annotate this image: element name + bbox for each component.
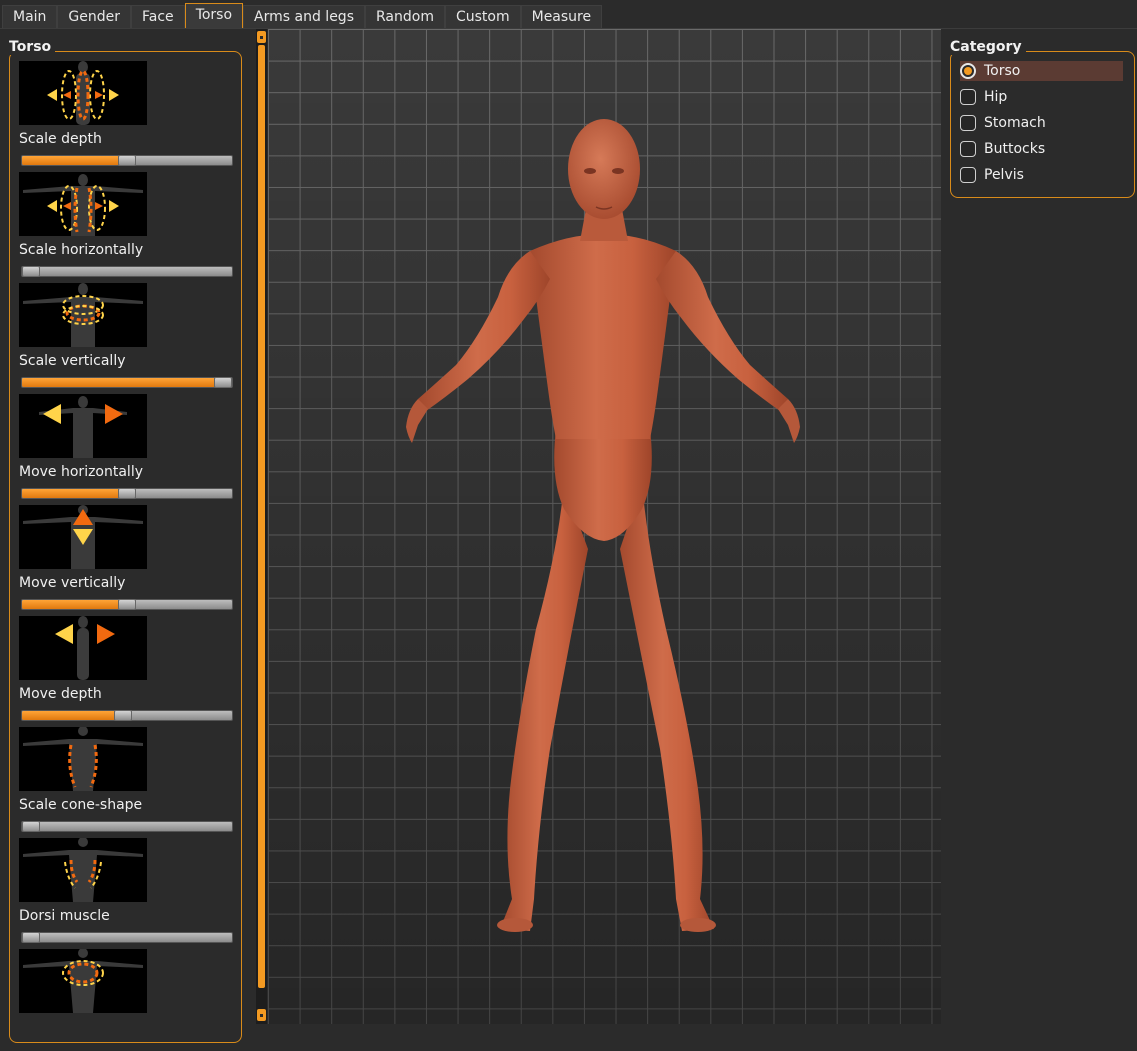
slider-item-dorsi-muscle: Dorsi muscle — [19, 838, 234, 949]
category-label: Stomach — [984, 115, 1046, 131]
scale-depth-slider[interactable] — [21, 155, 233, 166]
scale-horizontally-illustration — [19, 172, 147, 236]
tab-bar: Main Gender Face Torso Arms and legs Ran… — [0, 0, 1137, 29]
slider-item-move-vertically: Move vertically — [19, 505, 234, 616]
slider-item-scale-depth: Scale depth — [19, 61, 234, 172]
slider-handle[interactable] — [114, 710, 132, 721]
dorsi-muscle-slider[interactable] — [21, 932, 233, 943]
tab-main[interactable]: Main — [2, 5, 58, 28]
checkbox[interactable] — [960, 89, 976, 105]
torso-modifier-panel: Torso Scale depth Scale horizontally Sca… — [0, 29, 255, 1043]
slider-item-move-depth: Move depth — [19, 616, 234, 727]
category-item-buttocks[interactable]: Buttocks — [960, 139, 1123, 159]
checkbox[interactable] — [960, 167, 976, 183]
human-model[interactable] — [268, 29, 941, 1024]
dorsi-muscle-illustration — [19, 838, 147, 902]
tab-random[interactable]: Random — [365, 5, 445, 28]
category-item-torso[interactable]: Torso — [960, 61, 1123, 81]
slider-label: Move horizontally — [19, 464, 143, 480]
tab-arms-and-legs[interactable]: Arms and legs — [243, 5, 365, 28]
tab-gender[interactable]: Gender — [57, 5, 132, 28]
move-depth-thumbnail — [19, 616, 147, 680]
tab-face[interactable]: Face — [131, 5, 185, 28]
slider-handle[interactable] — [22, 266, 40, 277]
tab-torso[interactable]: Torso — [184, 3, 244, 28]
slider-item-partial — [19, 949, 234, 1051]
left-panel-scrollbar[interactable] — [256, 29, 267, 1024]
scale-cone-shape-illustration — [19, 727, 147, 791]
slider-handle[interactable] — [118, 599, 136, 610]
slider-handle[interactable] — [118, 488, 136, 499]
slider-item-scale-horizontally: Scale horizontally — [19, 172, 234, 283]
slider-fill — [22, 711, 123, 720]
dorsi-muscle-thumbnail — [19, 838, 147, 902]
slider-handle[interactable] — [118, 155, 136, 166]
scale-vertically-slider[interactable] — [21, 377, 233, 388]
slider-item-scale-vertically: Scale vertically — [19, 283, 234, 394]
slider-item-scale-cone-shape: Scale cone-shape — [19, 727, 234, 838]
radio-selected-icon[interactable] — [960, 63, 976, 79]
move-vertically-slider[interactable] — [21, 599, 233, 610]
category-label: Pelvis — [984, 167, 1024, 183]
slider-fill — [22, 378, 223, 387]
move-horizontally-illustration — [19, 394, 147, 458]
torso-group-title: Torso — [5, 39, 56, 55]
checkbox[interactable] — [960, 115, 976, 131]
slider-label: Scale horizontally — [19, 242, 144, 258]
move-depth-illustration — [19, 616, 147, 680]
partial-thumbnail — [19, 949, 147, 1013]
category-label: Hip — [984, 89, 1008, 105]
slider-fill — [22, 489, 127, 498]
category-item-hip[interactable]: Hip — [960, 87, 1123, 107]
category-label: Buttocks — [984, 141, 1046, 157]
move-depth-slider[interactable] — [21, 710, 233, 721]
category-item-pelvis[interactable]: Pelvis — [960, 165, 1123, 185]
slider-item-move-horizontally: Move horizontally — [19, 394, 234, 505]
slider-handle[interactable] — [22, 821, 40, 832]
slider-label: Dorsi muscle — [19, 908, 110, 924]
3d-viewport[interactable] — [268, 29, 941, 1024]
tabs: Main Gender Face Torso Arms and legs Ran… — [2, 3, 603, 28]
scale-cone-shape-thumbnail — [19, 727, 147, 791]
slider-handle[interactable] — [22, 932, 40, 943]
scale-horizontally-thumbnail — [19, 172, 147, 236]
slider-fill — [22, 156, 127, 165]
scale-depth-thumbnail — [19, 61, 147, 125]
slider-label: Scale vertically — [19, 353, 126, 369]
move-vertically-illustration — [19, 505, 147, 569]
move-vertically-thumbnail — [19, 505, 147, 569]
category-group-title: Category — [946, 39, 1026, 55]
scroll-thumb[interactable] — [258, 45, 265, 988]
slider-label: Move vertically — [19, 575, 126, 591]
tab-measure[interactable]: Measure — [520, 5, 603, 28]
slider-handle[interactable] — [214, 377, 232, 388]
scale-vertically-thumbnail — [19, 283, 147, 347]
slider-list: Scale depth Scale horizontally Scale ver… — [19, 61, 234, 1051]
scroll-up-button[interactable] — [257, 31, 266, 43]
move-horizontally-slider[interactable] — [21, 488, 233, 499]
scroll-down-button[interactable] — [257, 1009, 266, 1021]
slider-label: Move depth — [19, 686, 102, 702]
move-horizontally-thumbnail — [19, 394, 147, 458]
checkbox[interactable] — [960, 141, 976, 157]
pectoral-illustration — [19, 949, 147, 1013]
category-label: Torso — [984, 63, 1021, 79]
category-item-stomach[interactable]: Stomach — [960, 113, 1123, 133]
slider-label: Scale cone-shape — [19, 797, 143, 813]
slider-label: Scale depth — [19, 131, 102, 147]
scale-vertically-illustration — [19, 283, 147, 347]
scale-depth-illustration — [19, 61, 147, 125]
slider-fill — [22, 600, 127, 609]
tab-custom[interactable]: Custom — [444, 5, 521, 28]
scale-horizontally-slider[interactable] — [21, 266, 233, 277]
scale-cone-shape-slider[interactable] — [21, 821, 233, 832]
